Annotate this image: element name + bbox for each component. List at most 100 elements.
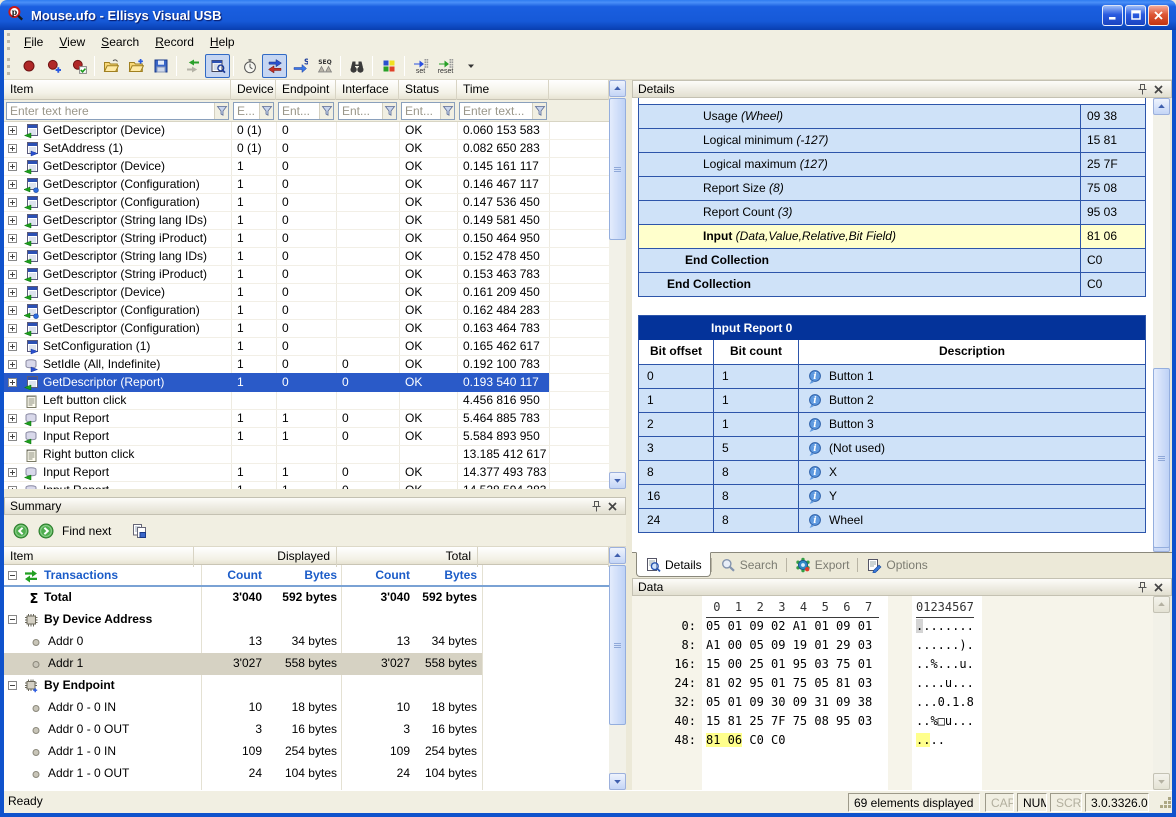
summary-column-item[interactable]: Item bbox=[4, 547, 194, 567]
event-row[interactable]: GetDescriptor (String iProduct)10OK0.153… bbox=[4, 266, 609, 284]
close-panel-icon[interactable] bbox=[604, 499, 620, 514]
menu-view[interactable]: View bbox=[51, 31, 93, 53]
event-row[interactable]: GetDescriptor (String lang IDs)10OK0.149… bbox=[4, 212, 609, 230]
menu-file[interactable]: File bbox=[16, 31, 51, 53]
expand-icon[interactable] bbox=[8, 360, 17, 369]
copy-icon[interactable] bbox=[130, 522, 148, 540]
event-row[interactable]: Input Report110OK5.584 893 950 bbox=[4, 428, 609, 446]
open-button[interactable] bbox=[98, 54, 123, 78]
column-header-item[interactable]: Item bbox=[4, 80, 231, 100]
event-row[interactable]: Left button click4.456 816 950 bbox=[4, 392, 609, 410]
scroll-down-icon[interactable] bbox=[609, 773, 626, 790]
summary-row[interactable]: Addr 0 - 0 IN1018 bytes1018 bytes bbox=[4, 697, 609, 719]
scroll-up-icon[interactable] bbox=[1153, 596, 1170, 613]
scroll-up-icon[interactable] bbox=[609, 80, 626, 97]
hex-dump[interactable]: 0 1 2 3 4 5 6 7 012345670:05 01 09 02 A1… bbox=[632, 596, 1153, 790]
event-row[interactable]: GetDescriptor (Device)0 (1)0OK0.060 153 … bbox=[4, 122, 609, 140]
pin-icon[interactable] bbox=[1134, 82, 1150, 97]
expand-icon[interactable] bbox=[8, 378, 17, 387]
event-row[interactable]: GetDescriptor (String lang IDs)10OK0.152… bbox=[4, 248, 609, 266]
column-header-time[interactable]: Time bbox=[457, 80, 549, 100]
column-header-endpoint[interactable]: Endpoint bbox=[276, 80, 336, 100]
expand-icon[interactable] bbox=[8, 216, 17, 225]
expand-icon[interactable] bbox=[8, 144, 17, 153]
summary-row[interactable]: TransactionsCountBytesCountBytes bbox=[4, 565, 609, 587]
open-new-button[interactable] bbox=[123, 54, 148, 78]
record-button[interactable] bbox=[16, 54, 41, 78]
close-panel-icon[interactable] bbox=[1150, 82, 1166, 97]
find-previous-button[interactable] bbox=[12, 522, 30, 540]
colors-button[interactable] bbox=[376, 54, 401, 78]
summary-row[interactable]: ΣTotal3'040592 bytes3'040592 bytes bbox=[4, 587, 609, 609]
event-row[interactable]: SetAddress (1)0 (1)0OK0.082 650 283 bbox=[4, 140, 609, 158]
column-header-status[interactable]: Status bbox=[399, 80, 457, 100]
pin-icon[interactable] bbox=[588, 499, 604, 514]
summary-column-displayed[interactable]: Displayed bbox=[201, 547, 337, 567]
filter-funnel-icon[interactable] bbox=[259, 103, 273, 119]
event-row[interactable]: GetDescriptor (String iProduct)10OK0.150… bbox=[4, 230, 609, 248]
event-row[interactable]: SetConfiguration (1)10OK0.165 462 617 bbox=[4, 338, 609, 356]
descriptor-row[interactable]: Usage (Wheel)09 38 bbox=[639, 104, 1145, 128]
scroll-thumb[interactable] bbox=[1153, 368, 1170, 548]
pin-icon[interactable] bbox=[1134, 580, 1150, 595]
event-row[interactable]: Input Report110OK14.377 493 783 bbox=[4, 464, 609, 482]
event-row[interactable]: GetDescriptor (Configuration)10OK0.146 4… bbox=[4, 176, 609, 194]
expand-icon[interactable] bbox=[8, 468, 17, 477]
details-scrollbar[interactable] bbox=[1153, 98, 1170, 552]
find-button[interactable] bbox=[344, 54, 369, 78]
summary-column-total[interactable]: Total bbox=[341, 547, 478, 567]
menubar-grip[interactable] bbox=[7, 33, 12, 50]
expand-icon[interactable] bbox=[8, 180, 17, 189]
expand-icon[interactable] bbox=[8, 432, 17, 441]
expand-icon[interactable] bbox=[8, 324, 17, 333]
expand-icon[interactable] bbox=[8, 288, 17, 297]
event-row[interactable]: Input Report110OK14.528 594 283 bbox=[4, 482, 609, 489]
scroll-up-icon[interactable] bbox=[609, 547, 626, 564]
expand-icon[interactable] bbox=[8, 234, 17, 243]
column-header-interface[interactable]: Interface bbox=[336, 80, 399, 100]
event-row[interactable]: Input Report110OK5.464 885 783 bbox=[4, 410, 609, 428]
filter-input-status[interactable]: Ent... bbox=[401, 102, 455, 120]
filter-funnel-icon[interactable] bbox=[382, 103, 396, 119]
expand-icon[interactable] bbox=[8, 162, 17, 171]
summary-row[interactable]: By Device Address bbox=[4, 609, 609, 631]
filter-funnel-icon[interactable] bbox=[532, 103, 546, 119]
marker-reset-button[interactable]: reset bbox=[433, 54, 458, 78]
minimize-button[interactable] bbox=[1102, 5, 1123, 26]
expand-icon[interactable] bbox=[8, 414, 17, 423]
details-view-button[interactable] bbox=[205, 54, 230, 78]
summary-row[interactable]: Addr 1 - 0 IN109254 bytes109254 bytes bbox=[4, 741, 609, 763]
tab-details[interactable]: Details bbox=[636, 552, 711, 577]
expand-icon[interactable] bbox=[8, 252, 17, 261]
tab-export[interactable]: Export bbox=[787, 553, 858, 577]
event-row[interactable]: GetDescriptor (Device)10OK0.145 161 117 bbox=[4, 158, 609, 176]
expand-icon[interactable] bbox=[8, 198, 17, 207]
resize-grip[interactable] bbox=[1158, 787, 1172, 812]
close-button[interactable] bbox=[1148, 5, 1169, 26]
scroll-down-icon[interactable] bbox=[609, 472, 626, 489]
events-scrollbar[interactable] bbox=[609, 80, 626, 489]
record-new-button[interactable] bbox=[41, 54, 66, 78]
find-next-button[interactable] bbox=[37, 522, 55, 540]
summary-scrollbar[interactable] bbox=[609, 547, 626, 790]
summary-row[interactable]: Addr 0 - 0 OUT316 bytes316 bytes bbox=[4, 719, 609, 741]
filter-input-item[interactable]: Enter text here bbox=[6, 102, 229, 120]
marker-set-button[interactable]: set bbox=[408, 54, 433, 78]
collapse-icon[interactable] bbox=[8, 681, 17, 690]
expand-icon[interactable] bbox=[8, 342, 17, 351]
data-scrollbar[interactable] bbox=[1153, 596, 1170, 790]
timing-button[interactable] bbox=[237, 54, 262, 78]
menu-help[interactable]: Help bbox=[202, 31, 243, 53]
summary-row[interactable]: By Endpoint bbox=[4, 675, 609, 697]
transactions-view-button[interactable] bbox=[262, 54, 287, 78]
descriptor-row[interactable]: Input (Data,Value,Relative,Bit Field)81 … bbox=[639, 224, 1145, 248]
expand-icon[interactable] bbox=[8, 486, 17, 489]
expand-icon[interactable] bbox=[8, 270, 17, 279]
filter-funnel-icon[interactable] bbox=[440, 103, 454, 119]
save-button[interactable] bbox=[148, 54, 173, 78]
maximize-button[interactable] bbox=[1125, 5, 1146, 26]
summary-row[interactable]: Addr 01334 bytes1334 bytes bbox=[4, 631, 609, 653]
goto-sequence-button[interactable]: S bbox=[287, 54, 312, 78]
toolbar-grip[interactable] bbox=[7, 58, 12, 75]
descriptor-row[interactable]: End CollectionC0 bbox=[639, 272, 1145, 296]
